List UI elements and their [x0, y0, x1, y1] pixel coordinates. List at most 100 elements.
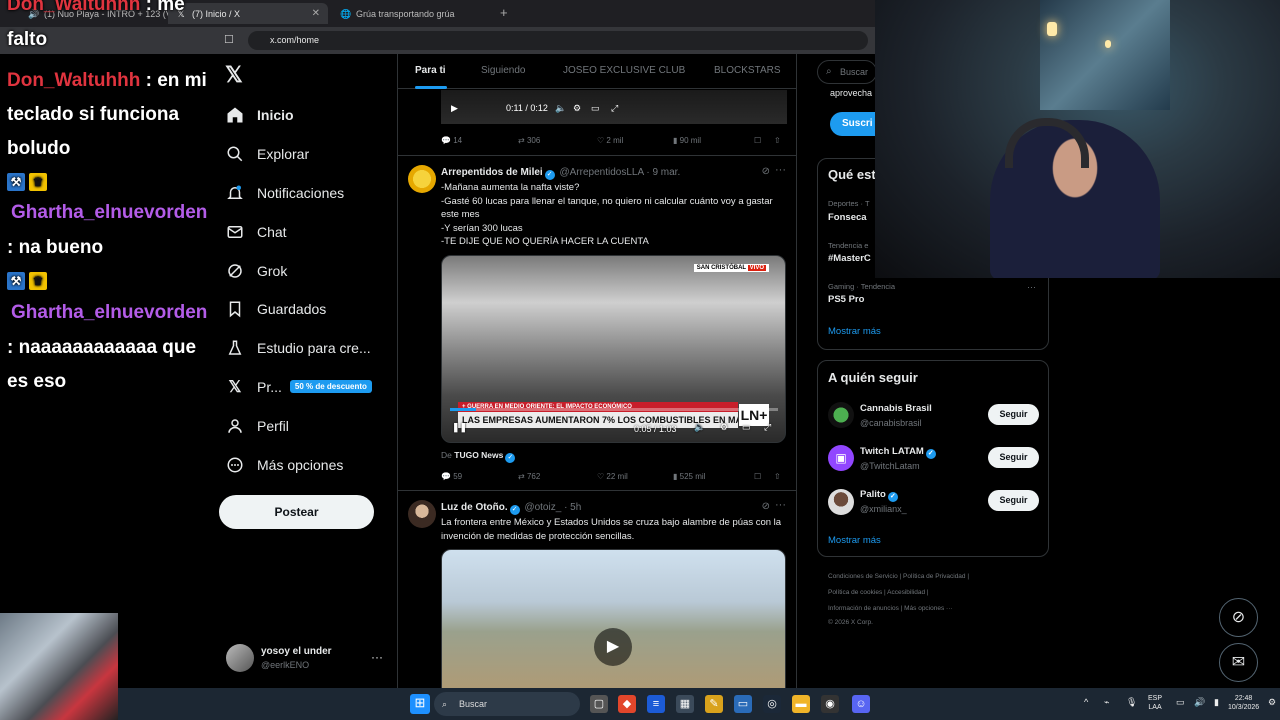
follow-button[interactable]: Seguir	[988, 490, 1039, 511]
volume-icon[interactable]: 🔈	[694, 422, 705, 433]
avatar[interactable]	[408, 500, 436, 528]
bookmark-icon[interactable]: ☐	[754, 472, 761, 481]
like-button[interactable]: ♡ 22 mil	[597, 472, 628, 481]
sidebar-item-bookmarks[interactable]: Guardados	[226, 290, 396, 329]
play-icon[interactable]: ▶	[451, 103, 458, 114]
steam-icon[interactable]: ◎	[763, 695, 781, 713]
suggested-name[interactable]: Cannabis Brasil	[860, 403, 932, 414]
suggested-name[interactable]: Twitch LATAM ✓	[860, 446, 938, 459]
show-more-trends[interactable]: Mostrar más	[828, 326, 881, 337]
follow-button[interactable]: Seguir	[988, 447, 1039, 468]
more-icon[interactable]: ···	[1027, 282, 1036, 292]
network-icon[interactable]: ⌁	[1104, 698, 1109, 707]
pip-icon[interactable]: ▭	[742, 422, 751, 433]
trend-name[interactable]: #MasterC	[828, 253, 871, 264]
play-icon[interactable]: ▶	[594, 628, 632, 666]
post-button[interactable]: Postear	[219, 495, 374, 529]
like-button[interactable]: ♡ 2 mil	[597, 136, 623, 145]
volume-icon[interactable]: 🔈	[555, 103, 566, 114]
avatar[interactable]	[828, 489, 854, 515]
suggested-name[interactable]: Palito ✓	[860, 489, 900, 502]
sidebar-item-premium[interactable]: 𝕏 Pr... 50 % de descuento	[226, 368, 396, 407]
sidebar-item-home[interactable]: Inicio	[226, 96, 396, 135]
reply-button[interactable]: 💬 14	[441, 136, 462, 145]
repost-button[interactable]: ⇄ 762	[518, 472, 540, 481]
footer-link-row[interactable]: Condiciones de Servicio | Política de Pr…	[828, 573, 969, 580]
tab-grua[interactable]: 🌐 Grúa transportando grúa	[332, 3, 492, 24]
chevron-up-icon[interactable]: ^	[1084, 698, 1088, 707]
trend-name[interactable]: PS5 Pro	[828, 294, 864, 305]
folder-icon[interactable]: ▬	[792, 695, 810, 713]
discord-icon[interactable]: ☺	[852, 695, 870, 713]
avatar[interactable]	[828, 402, 854, 428]
fullscreen-icon[interactable]: ⤢	[611, 103, 618, 114]
reply-button[interactable]: 💬 59	[441, 472, 462, 481]
author-handle[interactable]: @ArrepentidosLLA	[559, 167, 643, 178]
wifi-icon[interactable]: ▭	[1176, 698, 1185, 707]
grok-icon[interactable]: ⊘	[762, 501, 770, 512]
brave-icon[interactable]: ◆	[618, 695, 636, 713]
twitch-icon[interactable]: ▣	[828, 445, 854, 471]
fullscreen-icon[interactable]: ⤢	[764, 422, 771, 433]
new-tab-button[interactable]: +	[500, 5, 508, 20]
post[interactable]: Luz de Otoño. ✓ @otoiz_ · 5h ⊘ ··· La fro…	[398, 490, 796, 688]
pause-icon[interactable]: ❚❚	[452, 422, 467, 433]
taskbar-search[interactable]: ⌕ Buscar	[434, 692, 580, 716]
author-name[interactable]: Arrepentidos de Milei	[441, 167, 543, 178]
volume-icon[interactable]: 🔊	[1194, 698, 1205, 707]
settings-icon[interactable]: ⚙	[573, 103, 581, 114]
mic-icon[interactable]: 🎙	[1126, 698, 1137, 707]
bookmark-icon[interactable]: ☐	[754, 136, 761, 145]
views-button[interactable]: ▮ 90 mil	[673, 136, 701, 145]
windows-start-icon[interactable]: ⊞	[410, 694, 430, 714]
post[interactable]: Arrepentidos de Milei ✓ @ArrepentidosLLA …	[398, 155, 796, 490]
author-name[interactable]: Luz de Otoño.	[441, 502, 508, 513]
tab-joseo-club[interactable]: JOSEO EXCLUSIVE CLUB	[563, 65, 685, 76]
calculator-icon[interactable]: ▦	[676, 695, 694, 713]
sidebar-item-creator-studio[interactable]: Estudio para cre...	[226, 329, 396, 368]
follow-button[interactable]: Seguir	[988, 404, 1039, 425]
tab-blockstars[interactable]: BLOCKSTARS	[714, 65, 781, 76]
grok-fab-icon[interactable]: ⊘	[1219, 598, 1258, 637]
file-icon[interactable]: ▢	[590, 695, 608, 713]
views-button[interactable]: ▮ 525 mil	[673, 472, 705, 481]
video-progress[interactable]	[450, 408, 778, 411]
more-icon[interactable]: ···	[775, 164, 786, 176]
share-icon[interactable]: ⇧	[774, 472, 781, 481]
close-tab-icon[interactable]: ✕	[312, 8, 320, 19]
notification-icon[interactable]: ⚙	[1268, 698, 1276, 707]
search-input[interactable]: ⌕ Buscar	[817, 60, 877, 84]
more-icon[interactable]: ···	[775, 499, 786, 511]
sidebar-item-grok[interactable]: Grok	[226, 251, 396, 290]
language-indicator[interactable]: ESP LAA	[1148, 694, 1162, 712]
clock[interactable]: 22:48 10/3/2026	[1228, 694, 1259, 712]
pip-icon[interactable]: ▭	[591, 103, 600, 114]
edit-icon[interactable]: ✎	[705, 695, 723, 713]
sidebar-item-explore[interactable]: Explorar	[226, 135, 396, 174]
avatar[interactable]	[408, 165, 436, 193]
sidebar-item-chat[interactable]: Chat	[226, 212, 396, 251]
document-icon[interactable]: ≡	[647, 695, 665, 713]
url-field[interactable]: x.com/home	[248, 31, 868, 50]
post-video[interactable]: ▶	[441, 549, 786, 688]
settings-icon[interactable]: ⚙	[720, 422, 728, 433]
author-handle[interactable]: @otoiz_	[524, 502, 561, 513]
sidebar-item-more[interactable]: Más opciones	[226, 445, 396, 484]
grok-icon[interactable]: ⊘	[762, 166, 770, 177]
footer-link-row[interactable]: Información de anuncios | Más opciones ·…	[828, 605, 953, 612]
account-switcher[interactable]: yosoy el under @eerlkENO ···	[226, 644, 386, 674]
window-icon[interactable]: ▭	[734, 695, 752, 713]
post-video[interactable]: SAN CRISTÓBAL VIVO + GUERRA EN MEDIO ORI…	[441, 255, 786, 443]
sidebar-item-profile[interactable]: Perfil	[226, 406, 396, 445]
repost-button[interactable]: ⇄ 306	[518, 136, 540, 145]
footer-link-row[interactable]: Política de cookies | Accesibilidad |	[828, 589, 929, 596]
messages-fab-icon[interactable]: ✉	[1219, 643, 1258, 682]
more-icon[interactable]: ···	[371, 650, 383, 664]
sidebar-item-notifications[interactable]: Notificaciones	[226, 174, 396, 213]
source-name[interactable]: TUGO News	[454, 450, 503, 460]
share-icon[interactable]: ⇧	[774, 136, 781, 145]
obs-icon[interactable]: ◉	[821, 695, 839, 713]
show-more-follow[interactable]: Mostrar más	[828, 535, 881, 546]
trend-name[interactable]: Fonseca	[828, 212, 867, 223]
battery-icon[interactable]: ▮	[1214, 698, 1219, 707]
